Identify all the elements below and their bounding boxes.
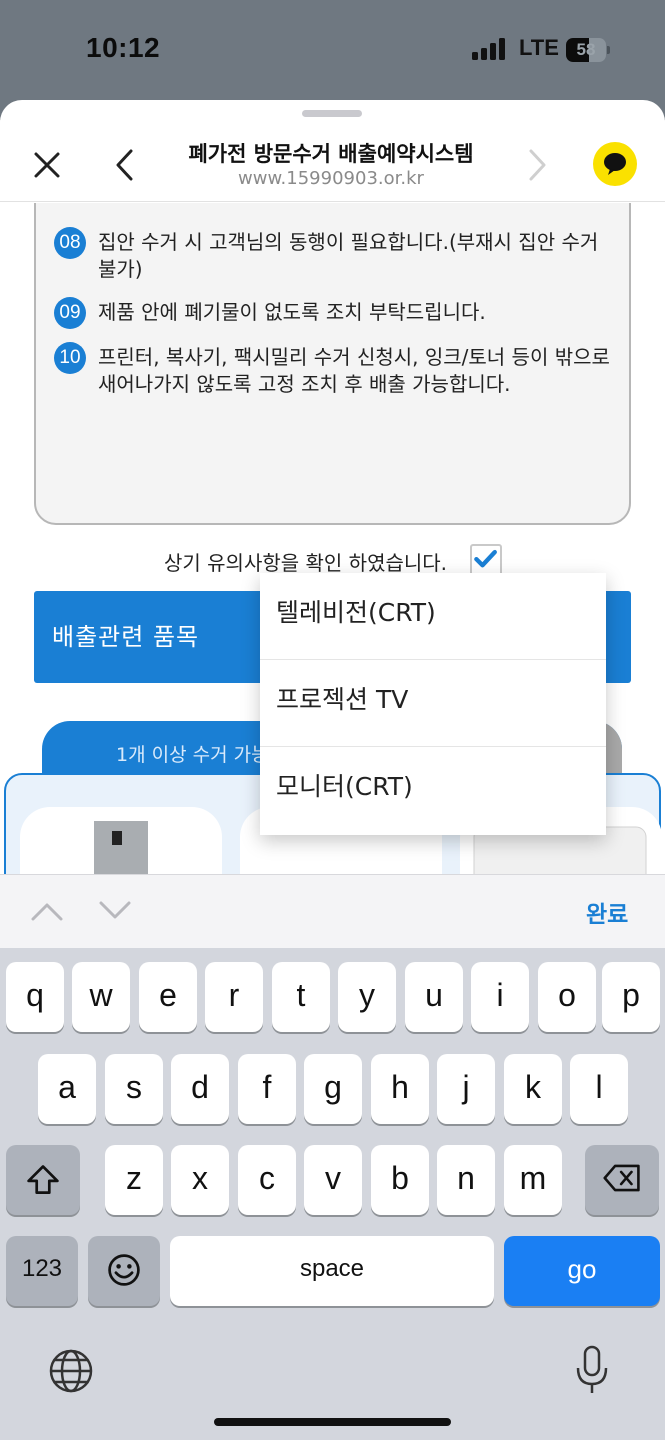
key-d[interactable]: d xyxy=(171,1054,229,1124)
suggestion-item[interactable]: 텔레비전(CRT) xyxy=(260,573,606,660)
forward-icon[interactable] xyxy=(524,148,550,182)
suggestion-dropdown: 텔레비전(CRT) 프로젝션 TV 모니터(CRT) xyxy=(260,573,606,835)
refrigerator-icon xyxy=(94,821,148,875)
space-key[interactable]: space xyxy=(170,1236,494,1306)
chevron-up-icon[interactable] xyxy=(30,899,64,923)
key-p[interactable]: p xyxy=(602,962,660,1032)
key-b[interactable]: b xyxy=(371,1145,429,1215)
signal-icon xyxy=(472,38,508,60)
key-n[interactable]: n xyxy=(437,1145,495,1215)
go-key[interactable]: go xyxy=(504,1236,660,1306)
key-r[interactable]: r xyxy=(205,962,263,1032)
network-type: LTE xyxy=(519,35,559,60)
globe-icon[interactable] xyxy=(48,1348,94,1394)
shift-icon xyxy=(27,1165,59,1194)
key-w[interactable]: w xyxy=(72,962,130,1032)
shift-key[interactable] xyxy=(6,1145,80,1215)
battery-icon: 58 xyxy=(566,38,610,62)
status-bar: 10:12 LTE 58 xyxy=(0,0,665,100)
notice-text: 프린터, 복사기, 팩시밀리 수거 신청시, 잉크/토너 등이 밖으로 새어나가… xyxy=(98,345,610,396)
product-card-refrigerator[interactable] xyxy=(20,807,222,875)
key-m[interactable]: m xyxy=(504,1145,562,1215)
key-a[interactable]: a xyxy=(38,1054,96,1124)
key-z[interactable]: z xyxy=(105,1145,163,1215)
emoji-key[interactable] xyxy=(88,1236,160,1306)
notice-text: 집안 수거 시 고객님의 동행이 필요합니다.(부재시 집안 수거 불가) xyxy=(98,230,599,281)
key-x[interactable]: x xyxy=(171,1145,229,1215)
kakao-chat-button[interactable] xyxy=(593,142,637,186)
notice-box: 08 집안 수거 시 고객님의 동행이 필요합니다.(부재시 집안 수거 불가)… xyxy=(34,203,631,525)
confirm-checkbox[interactable] xyxy=(470,544,502,576)
item-field-label: 배출관련 품목 xyxy=(52,623,200,651)
key-q[interactable]: q xyxy=(6,962,64,1032)
backspace-key[interactable] xyxy=(585,1145,659,1215)
backspace-icon xyxy=(603,1164,640,1192)
notice-number: 10 xyxy=(54,342,86,374)
browser-nav-bar: 폐가전 방문수거 배출예약시스템 www.15990903.or.kr xyxy=(0,120,665,202)
key-t[interactable]: t xyxy=(272,962,330,1032)
key-e[interactable]: e xyxy=(139,962,197,1032)
key-s[interactable]: s xyxy=(105,1054,163,1124)
emoji-icon xyxy=(108,1254,140,1286)
key-k[interactable]: k xyxy=(504,1054,562,1124)
suggestion-item[interactable]: 프로젝션 TV xyxy=(260,660,606,747)
confirm-label: 상기 유의사항을 확인 하였습니다. xyxy=(164,551,448,575)
sheet-grabber[interactable] xyxy=(302,110,362,117)
browser-sheet: 폐가전 방문수거 배출예약시스템 www.15990903.or.kr 08 집… xyxy=(0,100,665,1440)
key-f[interactable]: f xyxy=(238,1054,296,1124)
key-i[interactable]: i xyxy=(471,962,529,1032)
key-o[interactable]: o xyxy=(538,962,596,1032)
status-time: 10:12 xyxy=(86,32,161,63)
home-indicator xyxy=(214,1418,451,1426)
key-h[interactable]: h xyxy=(371,1054,429,1124)
key-l[interactable]: l xyxy=(570,1054,628,1124)
page-url: www.15990903.or.kr xyxy=(238,168,424,189)
numbers-key[interactable]: 123 xyxy=(6,1236,78,1306)
key-u[interactable]: u xyxy=(405,962,463,1032)
notice-number: 08 xyxy=(54,227,86,259)
key-c[interactable]: c xyxy=(238,1145,296,1215)
suggestion-item[interactable]: 모니터(CRT) xyxy=(260,747,606,834)
microphone-icon[interactable] xyxy=(574,1344,610,1396)
done-button[interactable]: 완료 xyxy=(586,895,628,929)
checkmark-icon xyxy=(474,549,497,568)
close-icon[interactable] xyxy=(32,150,62,180)
key-j[interactable]: j xyxy=(437,1054,495,1124)
notice-number: 09 xyxy=(54,297,86,329)
keyboard: q w e r t y u i o p a s d f g h j k l z … xyxy=(0,948,665,1440)
notice-text: 제품 안에 폐기물이 없도록 조치 부탁드립니다. xyxy=(98,300,486,324)
tab-label: 1개 이상 수거 가능 ( xyxy=(116,744,283,766)
page-title: 폐가전 방문수거 배출예약시스템 xyxy=(188,142,474,166)
key-v[interactable]: v xyxy=(304,1145,362,1215)
chevron-down-icon[interactable] xyxy=(98,899,132,923)
keyboard-accessory-bar: 완료 xyxy=(0,874,665,948)
back-icon[interactable] xyxy=(112,148,138,182)
key-g[interactable]: g xyxy=(304,1054,362,1124)
key-y[interactable]: y xyxy=(338,962,396,1032)
chat-bubble-icon xyxy=(604,153,626,175)
battery-level: 58 xyxy=(576,40,596,59)
